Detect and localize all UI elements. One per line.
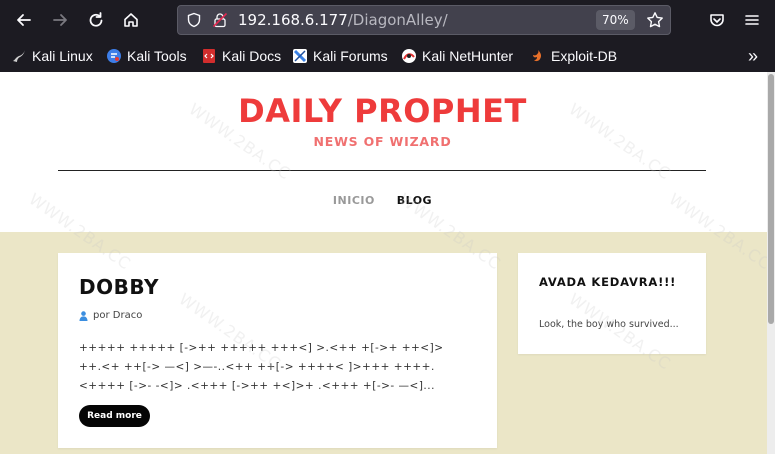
forward-button[interactable]	[46, 6, 74, 34]
post-excerpt: +++++ +++++ [->++ +++++ +++<] >.<++ +[->…	[79, 339, 479, 396]
reload-icon	[89, 12, 103, 27]
kali-dragon-icon	[13, 50, 25, 62]
bookmark-kali-forums[interactable]: Kali Forums	[292, 47, 388, 65]
scrollbar-thumb[interactable]	[768, 74, 774, 324]
bookmarks-toolbar: Kali Linux Kali Tools Kali Docs Kali For…	[0, 40, 775, 72]
kali-nethunter-icon	[402, 49, 416, 63]
reload-button[interactable]	[82, 6, 110, 34]
header-divider	[58, 170, 706, 171]
url-host: 192.168.6.177	[238, 11, 348, 29]
bookmark-label: Kali NetHunter	[422, 48, 514, 64]
kali-tools-icon	[107, 49, 121, 63]
bookmark-label: Kali Forums	[313, 48, 388, 64]
bookmark-label: Kali Docs	[222, 48, 282, 64]
user-icon	[79, 310, 88, 321]
sidebar-widget: AVADA KEDAVRA!!! Look, the boy who survi…	[518, 253, 706, 354]
bookmark-kali-docs[interactable]: Kali Docs	[201, 47, 281, 65]
post-author[interactable]: por Draco	[93, 310, 142, 321]
post-excerpt-line: <++++ [->- -<]> .<+++ [->++ +<]>+ .<+++ …	[79, 380, 435, 392]
browser-chrome: 192.168.6.177/DiagonAlley/ 70% Kali Linu…	[0, 0, 775, 72]
arrow-right-icon	[53, 14, 67, 26]
url-text[interactable]: 192.168.6.177/DiagonAlley/	[238, 11, 448, 29]
post-title[interactable]: DOBBY	[79, 275, 159, 299]
insecure-lock-icon[interactable]	[212, 12, 228, 28]
main-menu: INICIO BLOG	[0, 194, 765, 207]
bookmark-label: Kali Tools	[127, 48, 187, 64]
pocket-icon	[710, 14, 724, 27]
arrow-left-icon	[17, 14, 31, 26]
tracking-protection-shield-icon[interactable]	[186, 12, 202, 28]
bookmark-label: Kali Linux	[32, 48, 93, 64]
bookmark-label: Exploit-DB	[551, 48, 618, 64]
kali-forums-icon	[293, 49, 307, 63]
address-bar[interactable]: 192.168.6.177/DiagonAlley/ 70%	[177, 5, 671, 35]
site-tagline: NEWS OF WIZARD	[313, 134, 452, 149]
web-page: DAILY PROPHET NEWS OF WIZARD INICIO BLOG…	[0, 72, 767, 454]
pocket-button[interactable]	[703, 6, 731, 34]
back-button[interactable]	[10, 6, 38, 34]
sidebar-widget-text: Look, the boy who survived...	[539, 319, 679, 330]
site-header: DAILY PROPHET NEWS OF WIZARD INICIO BLOG	[0, 72, 767, 232]
bookmarks-overflow-button[interactable]: »	[748, 46, 758, 66]
content-area: DOBBY por Draco +++++ +++++ [->++ +++++ …	[0, 232, 767, 454]
zoom-level-badge[interactable]: 70%	[596, 10, 635, 30]
hamburger-menu-icon	[745, 15, 759, 25]
site-title[interactable]: DAILY PROPHET	[0, 92, 765, 130]
post-excerpt-line: +++++ +++++ [->++ +++++ +++<] >.<++ +[->…	[79, 342, 444, 354]
sidebar-widget-title: AVADA KEDAVRA!!!	[539, 275, 677, 289]
menu-item-blog[interactable]: BLOG	[397, 194, 432, 207]
home-button[interactable]	[117, 6, 145, 34]
bookmark-kali-tools[interactable]: Kali Tools	[106, 47, 187, 65]
post-meta: por Draco	[79, 310, 142, 321]
vertical-scrollbar[interactable]	[767, 72, 775, 454]
menu-item-inicio[interactable]: INICIO	[333, 194, 375, 207]
bookmark-exploit-db[interactable]: Exploit-DB	[530, 47, 617, 65]
bookmark-kali-linux[interactable]: Kali Linux	[11, 47, 93, 65]
app-menu-button[interactable]	[738, 6, 766, 34]
bookmark-star-icon[interactable]	[646, 11, 664, 29]
post-card: DOBBY por Draco +++++ +++++ [->++ +++++ …	[58, 253, 497, 448]
read-more-button[interactable]: Read more	[79, 405, 150, 427]
bookmark-kali-nethunter[interactable]: Kali NetHunter	[401, 47, 513, 65]
exploit-db-icon	[533, 50, 542, 62]
navigation-toolbar: 192.168.6.177/DiagonAlley/ 70%	[0, 0, 775, 40]
kali-docs-icon	[203, 49, 215, 63]
post-excerpt-line: ++.<+ ++[-> —<] >—-..<++ ++[-> ++++< ]>+…	[79, 361, 435, 373]
home-icon	[124, 13, 138, 27]
url-path: /DiagonAlley/	[347, 11, 448, 29]
